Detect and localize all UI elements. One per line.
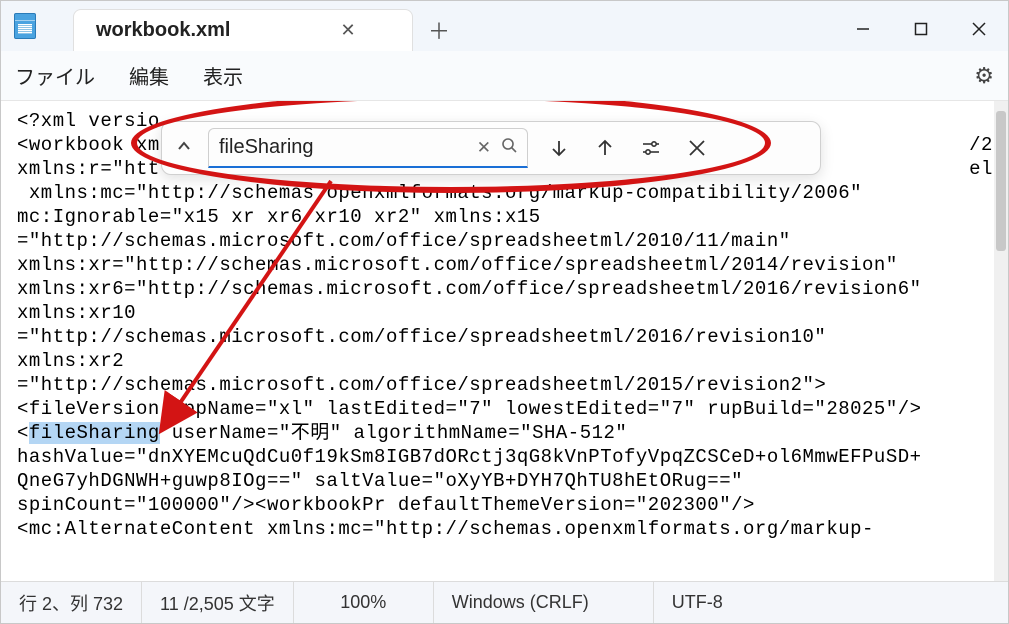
status-charcount: 11 /2,505 文字 xyxy=(142,582,294,623)
settings-gear-icon[interactable]: ⚙ xyxy=(974,63,994,89)
clear-search-icon[interactable]: ✕ xyxy=(477,138,491,158)
status-position: 行 2、列 732 xyxy=(1,582,142,623)
close-window-button[interactable] xyxy=(950,7,1008,51)
status-encoding[interactable]: UTF-8 xyxy=(654,582,814,623)
vertical-scrollbar[interactable] xyxy=(994,101,1008,581)
tab-workbook-xml[interactable]: workbook.xml ✕ xyxy=(73,9,413,51)
search-highlight: fileSharing xyxy=(29,422,160,444)
find-next-icon[interactable] xyxy=(544,138,574,158)
tab-title: workbook.xml xyxy=(96,19,230,42)
find-options-icon[interactable] xyxy=(636,138,666,158)
status-eol[interactable]: Windows (CRLF) xyxy=(434,582,654,623)
menu-edit[interactable]: 編集 xyxy=(129,61,169,90)
statusbar: 行 2、列 732 11 /2,505 文字 100% Windows (CRL… xyxy=(1,581,1008,623)
close-findbar-icon[interactable] xyxy=(682,139,712,157)
notepad-icon xyxy=(14,13,36,39)
close-tab-icon[interactable]: ✕ xyxy=(340,20,355,41)
menubar: ファイル 編集 表示 ⚙ xyxy=(1,51,1008,101)
minimize-button[interactable] xyxy=(834,7,892,51)
content-area: <?xml versio <workbook xm /2006/main" xm… xyxy=(1,101,1008,581)
menu-view[interactable]: 表示 xyxy=(203,61,243,90)
find-prev-icon[interactable] xyxy=(590,138,620,158)
text-content[interactable]: <?xml versio <workbook xm /2006/main" xm… xyxy=(17,109,994,579)
expand-chevron-icon[interactable] xyxy=(176,138,192,159)
app-icon xyxy=(1,1,49,51)
find-input-value: fileSharing xyxy=(219,136,467,159)
maximize-button[interactable] xyxy=(892,7,950,51)
notepad-window: workbook.xml ✕ ＋ ファイル 編集 表示 ⚙ <?xml vers… xyxy=(0,0,1009,624)
scrollbar-thumb[interactable] xyxy=(996,111,1006,251)
titlebar: workbook.xml ✕ ＋ xyxy=(1,1,1008,51)
window-controls xyxy=(834,7,1008,51)
status-zoom[interactable]: 100% xyxy=(294,582,434,623)
find-input[interactable]: fileSharing ✕ xyxy=(208,128,528,168)
search-icon[interactable] xyxy=(501,137,517,158)
new-tab-button[interactable]: ＋ xyxy=(417,9,461,51)
menu-file[interactable]: ファイル xyxy=(15,61,95,90)
find-bar: fileSharing ✕ xyxy=(161,121,821,175)
